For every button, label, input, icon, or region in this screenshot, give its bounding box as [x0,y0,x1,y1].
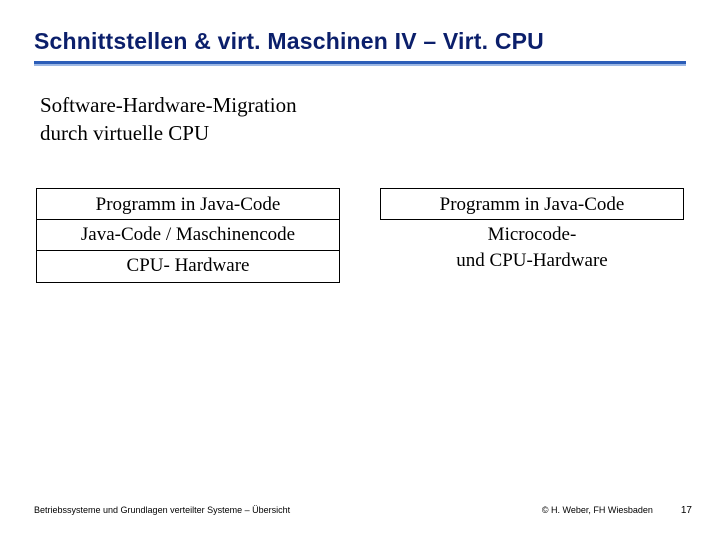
footer-copyright: © H. Weber, FH Wiesbaden [542,505,653,515]
right-below: Microcode- und CPU-Hardware [380,220,684,273]
right-below-line-2: und CPU-Hardware [380,248,684,274]
slide-title: Schnittstellen & virt. Maschinen IV – Vi… [34,28,686,55]
title-divider [34,61,686,67]
subtitle: Software-Hardware-Migration durch virtue… [40,91,686,148]
right-below-line-1: Microcode- [380,222,684,248]
left-box-row-3: CPU- Hardware [36,250,340,283]
footer-left: Betriebssysteme und Grundlagen verteilte… [34,505,542,515]
columns: Programm in Java-Code Java-Code / Maschi… [34,188,686,283]
slide: Schnittstellen & virt. Maschinen IV – Vi… [0,0,720,540]
right-box-row-1: Programm in Java-Code [380,188,684,221]
left-box-row-2: Java-Code / Maschinencode [36,219,340,250]
subtitle-line-2: durch virtuelle CPU [40,119,686,147]
right-column: Programm in Java-Code Microcode- und CPU… [380,188,684,283]
divider-bottom [34,64,686,66]
page-number: 17 [681,505,692,516]
footer: Betriebssysteme und Grundlagen verteilte… [34,505,692,516]
left-column: Programm in Java-Code Java-Code / Maschi… [36,188,340,283]
subtitle-line-1: Software-Hardware-Migration [40,91,686,119]
left-box-row-1: Programm in Java-Code [36,188,340,220]
